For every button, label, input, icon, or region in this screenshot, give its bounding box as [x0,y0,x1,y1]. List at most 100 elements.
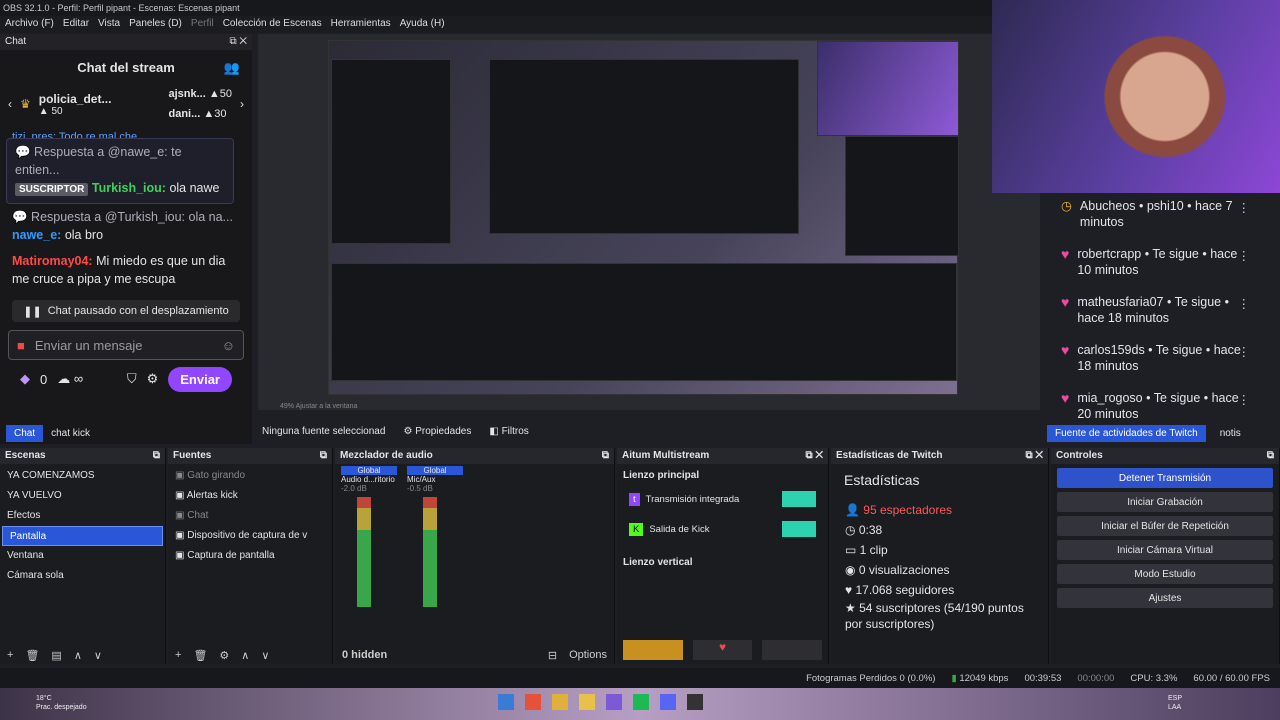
source-item[interactable]: ▣ Captura de pantalla [168,546,332,566]
windows-start-icon[interactable] [498,694,514,710]
source-item[interactable]: ▣ Dispositivo de captura de v [168,526,332,546]
stream-time: 00:39:53 [1024,672,1062,684]
more-icon[interactable]: ⋮ [1238,200,1251,216]
multistream-dock: Aitum Multistream ⧉ ✕ Lienzo principal tT… [617,448,829,664]
sub-badge: SUSCRIPTOR [15,183,89,196]
start-recording-button[interactable]: Iniciar Grabación [1057,492,1273,512]
filters-button[interactable]: ◧ Filtros [489,426,528,437]
undock-icon[interactable]: ⧉ [320,450,327,462]
down-icon[interactable]: ∨ [261,649,269,662]
stream-toggle[interactable] [782,521,816,537]
more-icon[interactable]: ⋮ [1238,392,1251,408]
tab-twitch-feed[interactable]: Fuente de actividades de Twitch [1047,424,1206,442]
emote-icon[interactable]: ☺ [222,338,235,353]
scene-item[interactable]: Ventana [0,546,165,566]
users-icon[interactable]: 👥 [224,60,240,76]
trash-icon[interactable]: 🗑 [25,649,39,662]
preview-canvas[interactable] [328,40,959,395]
undock-icon[interactable]: ⧉ ✕ [805,450,823,462]
chat-message: Matiromay04: Mi miedo es que un dia me c… [12,254,226,286]
uptime-stat: ◷ 0:38 [845,523,883,537]
options-button[interactable]: Options [569,649,607,661]
nested-webcam-thumbnail [817,41,959,136]
properties-button[interactable]: ⚙ Propiedades [403,426,471,437]
chevron-right-icon[interactable]: › [240,97,244,111]
replay-buffer-button[interactable]: Iniciar el Búfer de Repetición [1057,516,1273,536]
weather-widget[interactable]: 18°C Prac. despejado [36,694,87,712]
scene-item-selected[interactable]: Pantalla [2,526,163,546]
heart-button[interactable]: ♥ [692,640,753,660]
scene-item[interactable]: YA VUELVO [0,486,165,506]
undock-icon[interactable]: ⧉ ✕ [1025,450,1043,462]
brave-icon[interactable] [525,694,541,710]
language-indicator[interactable]: ESP LAA [1168,694,1188,712]
mixer-channel: Global Mic/Aux -0.5 dB [407,466,463,607]
stream-toggle[interactable] [782,491,816,507]
settings-button[interactable]: Ajustes [1057,588,1273,608]
obs-icon[interactable] [687,694,703,710]
undock-icon[interactable]: ⧉ [1267,450,1274,462]
scenes-toolbar: + 🗑 ▤ ∧ ∨ [0,646,165,664]
scene-item[interactable]: YA COMENZAMOS [0,466,165,486]
shield-icon[interactable]: ⛉ [127,371,137,387]
send-button[interactable]: Enviar [168,366,232,392]
tab-chat-kick[interactable]: chat kick [43,425,98,442]
menu-herramientas[interactable]: Herramientas [331,18,391,31]
app-icon[interactable] [606,694,622,710]
more-icon[interactable]: ⋮ [1238,248,1251,264]
source-item[interactable]: ▣ Gato girando [168,466,332,486]
feed-item: ♥ mia_rogoso • Te sigue • hace 20 minutos… [1061,390,1251,421]
cpu-usage: CPU: 3.3% [1130,672,1178,684]
refresh-button[interactable] [762,640,823,660]
scene-item[interactable]: Efectos [0,506,165,526]
down-icon[interactable]: ∨ [94,649,102,662]
twitch-stats-dock: Estadísticas de Twitch ⧉ ✕ Estadísticas 👤… [831,448,1049,664]
volume-meter[interactable] [423,497,437,607]
menu-coleccion[interactable]: Colección de Escenas [223,18,322,31]
source-toolbar: Ninguna fuente seleccionad ⚙ Propiedades… [262,426,529,437]
dropped-frames: Fotogramas Perdidos 0 (0.0%) [806,672,936,684]
stop-stream-button[interactable]: Detener Transmisión [1057,468,1273,488]
discord-icon[interactable] [660,694,676,710]
gear-icon[interactable]: ⚙ [147,371,159,387]
menu-vista[interactable]: Vista [98,18,120,31]
menu-perfil[interactable]: Perfil [191,18,214,31]
source-item[interactable]: ▣ Alertas kick [168,486,332,506]
folder-icon[interactable] [579,694,595,710]
points-icon[interactable]: ◆ [20,371,30,387]
feed-item: ◷ Abucheos • pshi10 • hace 7 minutos ⋮ [1047,193,1280,241]
scene-item[interactable]: Cámara sola [0,566,165,586]
settings-button[interactable] [623,640,683,660]
chrome-icon[interactable] [552,694,568,710]
undock-icon[interactable]: ⧉ [602,450,609,462]
tab-notis[interactable]: notis [1206,425,1249,442]
tab-chat[interactable]: Chat [6,424,44,442]
virtual-camera-button[interactable]: Iniciar Cámara Virtual [1057,540,1273,560]
chevron-left-icon[interactable]: ‹ [8,97,12,111]
add-icon[interactable]: + [175,649,181,661]
more-icon[interactable]: ⋮ [1238,296,1251,312]
gear-icon[interactable]: ⚙ [219,649,229,662]
undock-icon[interactable]: ⧉ [153,450,160,462]
chat-input[interactable]: ■ Enviar un mensaje ☺ [8,330,244,360]
chat-paused-banner[interactable]: ❚❚ Chat pausado con el desplazamiento [12,300,240,322]
menu-editar[interactable]: Editar [63,18,89,31]
dock-close-icon[interactable]: ⧉ ✕ [229,36,247,48]
menu-ayuda[interactable]: Ayuda (H) [400,18,445,31]
sources-toolbar: + 🗑 ⚙ ∧ ∨ [168,646,332,664]
zoom-level[interactable]: 49% Ajustar a la ventana [280,403,357,410]
add-icon[interactable]: + [7,649,13,661]
layout-icon[interactable]: ⊟ [548,649,557,662]
filter-icon[interactable]: ▤ [51,649,61,662]
more-icon[interactable]: ⋮ [1238,344,1251,360]
studio-mode-button[interactable]: Modo Estudio [1057,564,1273,584]
source-item[interactable]: ▣ Chat [168,506,332,526]
spotify-icon[interactable] [633,694,649,710]
volume-meter[interactable] [357,497,371,607]
menu-archivo[interactable]: Archivo (F) [5,18,54,31]
up-icon[interactable]: ∧ [74,649,82,662]
activity-feed: ◷ Abucheos • pshi10 • hace 7 minutos ⋮ ♥ ro… [1047,193,1280,423]
up-icon[interactable]: ∧ [241,649,249,662]
menu-paneles[interactable]: Paneles (D) [129,18,182,31]
trash-icon[interactable]: 🗑 [193,649,207,662]
